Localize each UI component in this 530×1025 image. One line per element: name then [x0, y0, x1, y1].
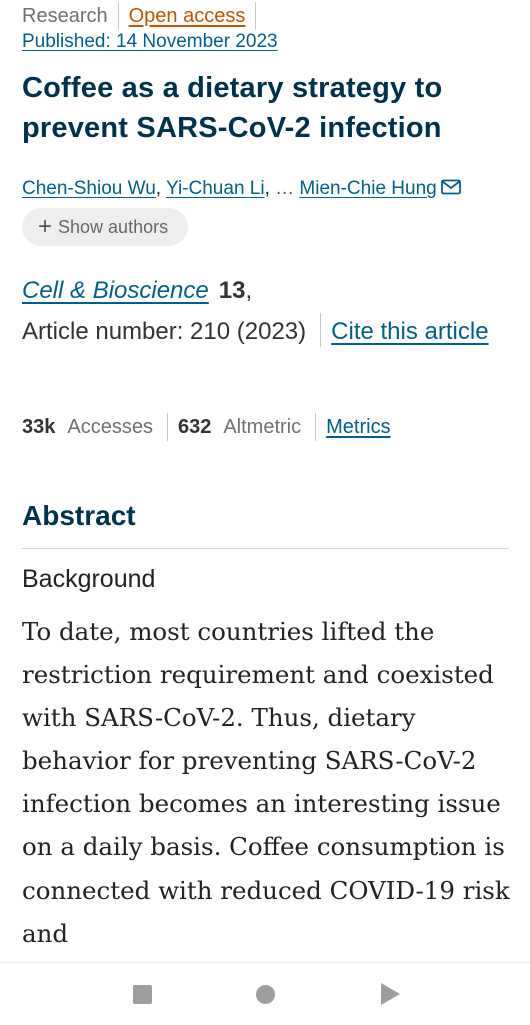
section-divider	[22, 548, 509, 549]
article-page: Research Open access Published: 14 Novem…	[0, 0, 530, 962]
plus-icon: +	[38, 213, 53, 240]
android-navigation-bar	[0, 962, 530, 1025]
volume-suffix: ,	[245, 277, 253, 304]
recents-button[interactable]	[107, 963, 177, 1025]
background-heading: Background	[22, 565, 156, 593]
article-metrics: 33k Accesses 632 Altmetric Metrics	[22, 413, 391, 441]
divider	[320, 313, 322, 347]
divider	[315, 413, 317, 441]
open-access-link[interactable]: Open access	[129, 4, 246, 28]
home-button[interactable]	[230, 963, 300, 1025]
corresponding-author-link[interactable]: Mien-Chie Hung	[299, 178, 436, 199]
altmetric-label: Altmetric	[223, 416, 302, 438]
email-icon[interactable]	[440, 177, 461, 203]
accesses-count: 33k	[22, 416, 56, 438]
journal-link[interactable]: Cell & Bioscience	[22, 277, 209, 304]
author-link[interactable]: Yi-Chuan Li	[166, 178, 265, 199]
altmetric-score: 632	[177, 416, 212, 438]
article-number: Article number: 210 (2023)	[22, 318, 307, 345]
divider	[117, 2, 119, 30]
show-authors-label: Show authors	[58, 216, 169, 237]
metrics-link[interactable]: Metrics	[326, 413, 390, 441]
author-separator: ,	[155, 178, 162, 199]
divider	[166, 413, 168, 441]
citation-block: Cell & Bioscience 13, Article number: 210…	[22, 270, 512, 352]
journal-volume: 13	[218, 277, 246, 304]
article-meta: Research Open access	[22, 2, 266, 30]
article-type: Research	[22, 5, 108, 27]
abstract-heading: Abstract	[22, 500, 136, 531]
author-list: Chen-Shiou Wu, Yi-Chuan Li, … Mien-Chie …	[22, 176, 461, 203]
back-button[interactable]	[355, 963, 425, 1025]
published-date-link[interactable]: Published: 14 November 2023	[22, 30, 278, 54]
home-circle-icon	[255, 984, 275, 1004]
accesses-label: Accesses	[67, 416, 153, 438]
author-link[interactable]: Chen-Shiou Wu	[22, 178, 156, 199]
recents-square-icon	[132, 984, 152, 1004]
author-ellipsis: …	[275, 178, 295, 199]
author-separator: ,	[264, 178, 270, 199]
show-authors-button[interactable]: + Show authors	[22, 208, 189, 246]
abstract-background-text: To date, most countries lifted the restr…	[22, 617, 510, 948]
divider	[255, 2, 257, 30]
cite-this-article-link[interactable]: Cite this article	[331, 318, 488, 345]
back-triangle-icon	[380, 983, 400, 1005]
article-title: Coffee as a dietary strategy to prevent …	[22, 72, 443, 144]
